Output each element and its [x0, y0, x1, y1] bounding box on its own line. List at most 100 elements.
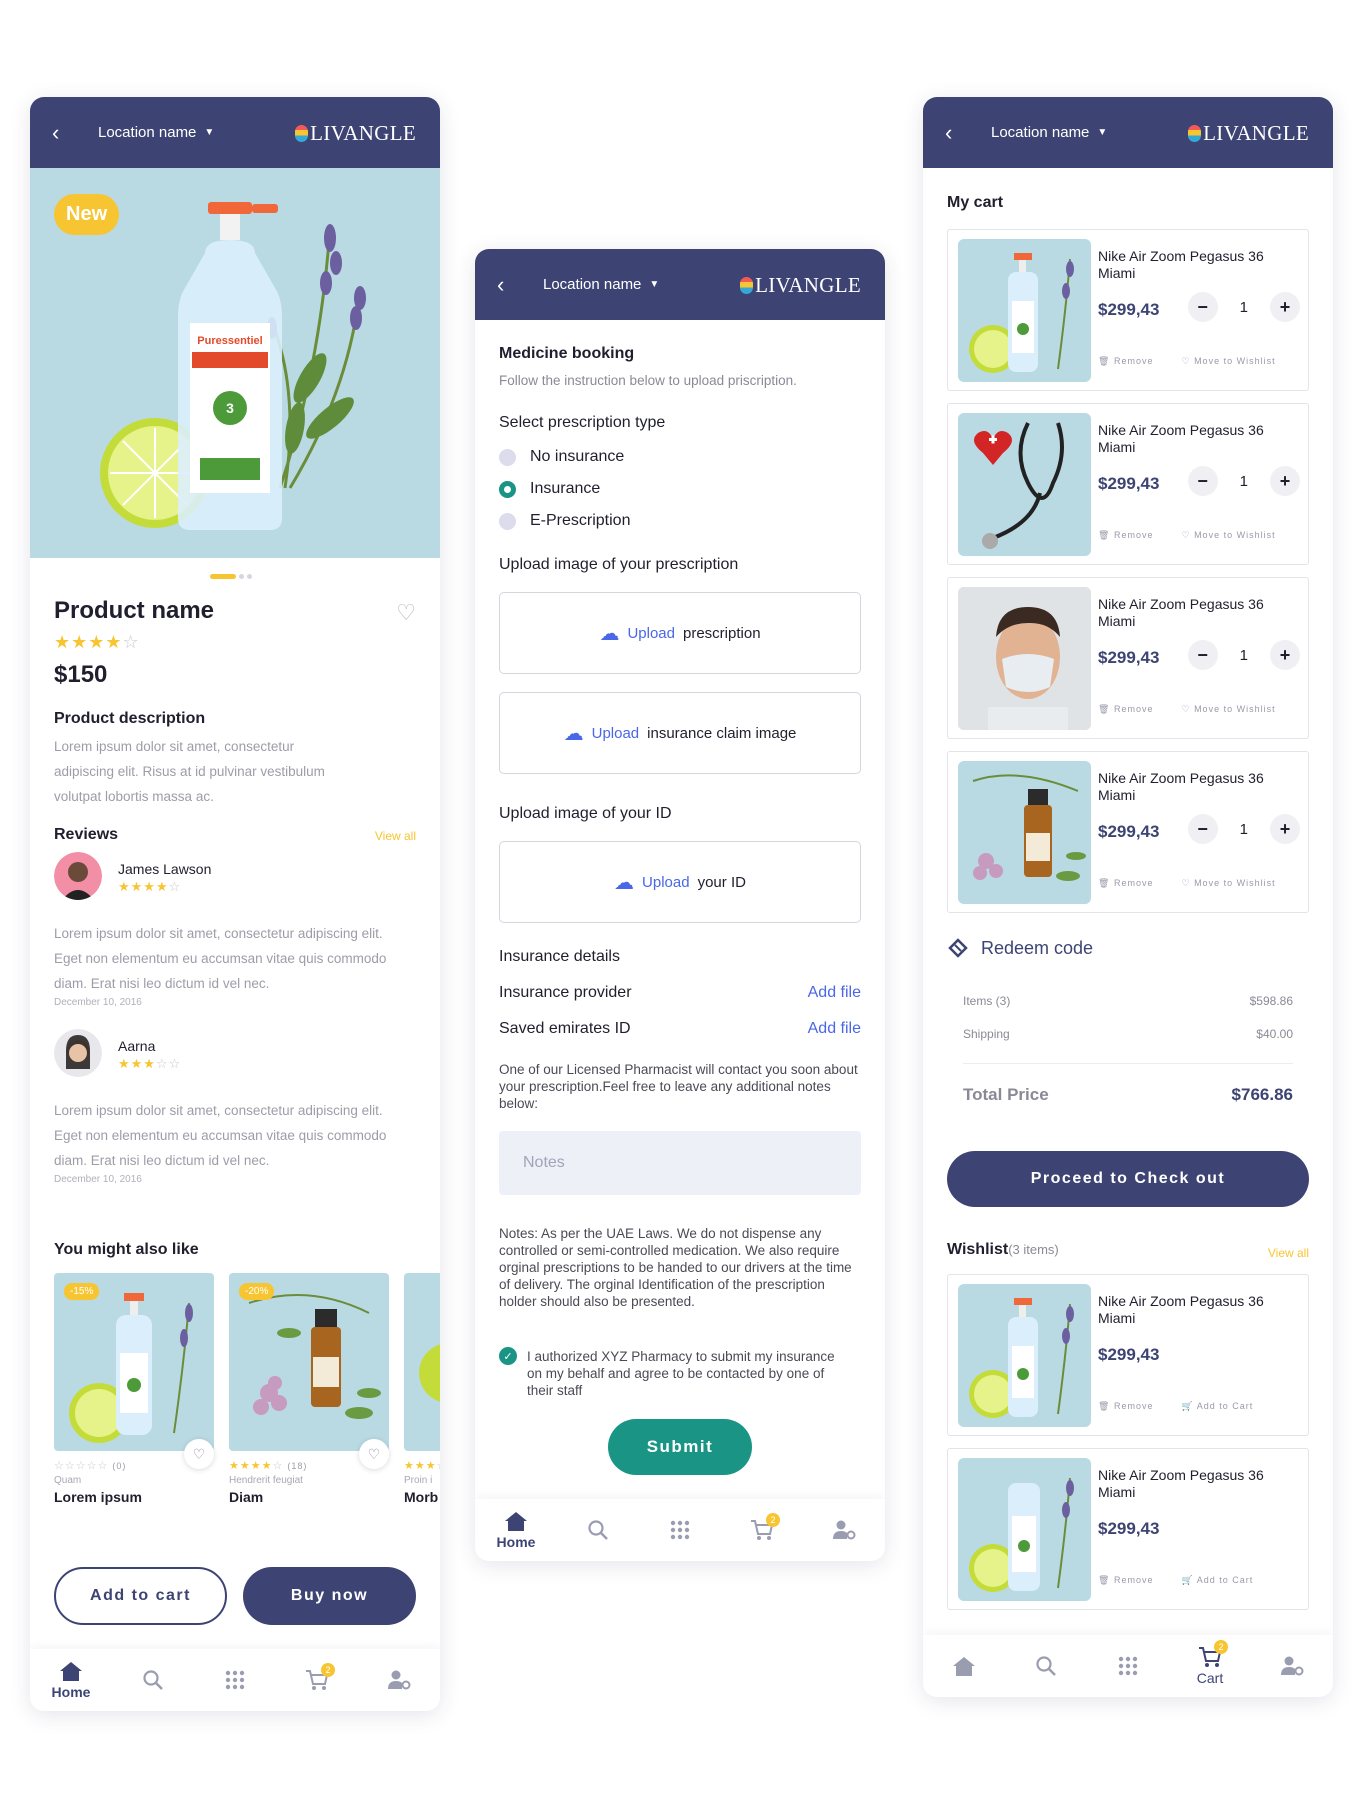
- nav-search[interactable]: [568, 1519, 628, 1541]
- nav-home[interactable]: Home: [41, 1660, 101, 1700]
- plus-button[interactable]: +: [1270, 640, 1300, 670]
- nav-search[interactable]: [1016, 1655, 1076, 1677]
- location-selector[interactable]: Location name ▼: [543, 276, 659, 293]
- redeem-code-link[interactable]: Redeem code: [947, 937, 1093, 959]
- move-wishlist-label: Move to Wishlist: [1194, 704, 1276, 714]
- nav-categories[interactable]: [650, 1520, 710, 1540]
- law-note: Notes: As per the UAE Laws. We do not di…: [499, 1226, 852, 1309]
- similar-product-card[interactable]: -20% ♡ ★★★★☆ (18) Hendrerit feugiat Diam: [229, 1273, 389, 1505]
- nav-cart[interactable]: 2 Cart: [1180, 1640, 1240, 1686]
- move-wishlist-action[interactable]: ♡ Move to Wishlist: [1181, 530, 1275, 541]
- user-settings-icon: [1281, 1656, 1304, 1676]
- similar-title-text: Morb: [404, 1489, 439, 1505]
- nav-cart[interactable]: 2: [732, 1513, 792, 1541]
- cart-item-price: $299,43: [1098, 474, 1160, 493]
- remove-action[interactable]: 🗑 Remove: [1098, 704, 1153, 715]
- similar-subtitle: Proin i: [404, 1475, 433, 1486]
- items-summary-row: Items (3) $598.86: [963, 994, 1293, 1008]
- cart-item-image: [958, 587, 1091, 730]
- location-selector[interactable]: Location name ▼: [98, 124, 214, 141]
- brand-logo: LIVANGLE: [1188, 121, 1309, 146]
- caret-down-icon: ▼: [649, 279, 660, 290]
- quantity-stepper: − 1 +: [1187, 814, 1300, 844]
- authorize-checkbox[interactable]: ✓: [499, 1347, 517, 1365]
- home-icon: [505, 1512, 527, 1531]
- submit-button[interactable]: Submit: [608, 1419, 752, 1475]
- remove-action[interactable]: 🗑 Remove: [1098, 878, 1153, 889]
- upload-label: insurance claim image: [647, 724, 797, 742]
- minus-button[interactable]: −: [1187, 292, 1218, 322]
- nav-account[interactable]: [1262, 1655, 1322, 1677]
- upload-claim-box[interactable]: ☁ Upload insurance claim image: [499, 692, 861, 774]
- add-to-cart-action[interactable]: 🛒 Add to Cart: [1181, 1575, 1253, 1586]
- remove-action[interactable]: 🗑 Remove: [1098, 1575, 1153, 1586]
- cart-item-actions: 🗑 Remove ♡ Move to Wishlist: [1098, 530, 1276, 541]
- checkout-button[interactable]: Proceed to Check out: [947, 1151, 1309, 1207]
- review-text: Lorem ipsum dolor sit amet, consectetur …: [54, 1103, 387, 1168]
- nav-home[interactable]: Home: [486, 1510, 546, 1550]
- remove-action[interactable]: 🗑 Remove: [1098, 1401, 1153, 1412]
- radio-no-insurance[interactable]: No insurance: [499, 448, 624, 466]
- heart-icon[interactable]: ♡: [359, 1439, 389, 1469]
- back-icon[interactable]: ‹: [497, 272, 519, 298]
- buy-now-button[interactable]: Buy now: [243, 1567, 416, 1625]
- move-wishlist-action[interactable]: ♡ Move to Wishlist: [1181, 356, 1275, 367]
- wishlist-heart-icon[interactable]: ♡: [396, 600, 416, 626]
- upload-id-box[interactable]: ☁ Upload your ID: [499, 841, 861, 923]
- similar-title-text: Diam: [229, 1489, 264, 1505]
- similar-title: You might also like: [54, 1241, 199, 1258]
- minus-button[interactable]: −: [1187, 640, 1218, 670]
- search-icon: [588, 1520, 608, 1540]
- wishlist-view-all[interactable]: View all: [1268, 1246, 1309, 1260]
- back-icon[interactable]: ‹: [945, 120, 967, 146]
- back-icon[interactable]: ‹: [52, 120, 74, 146]
- location-selector[interactable]: Location name ▼: [991, 124, 1107, 141]
- quantity-value: 1: [1239, 820, 1248, 838]
- minus-button[interactable]: −: [1187, 466, 1218, 496]
- nav-account[interactable]: [814, 1519, 874, 1541]
- move-wishlist-action[interactable]: ♡ Move to Wishlist: [1181, 878, 1275, 889]
- add-to-cart-button[interactable]: Add to cart: [54, 1567, 227, 1625]
- remove-action[interactable]: 🗑 Remove: [1098, 356, 1153, 367]
- heart-icon[interactable]: ♡: [184, 1439, 214, 1469]
- similar-product-card[interactable]: -15% ♡ ☆☆☆☆☆ (0) Quam Lorem ipsum: [54, 1273, 214, 1505]
- similar-product-image: [404, 1273, 440, 1451]
- cart-badge: 2: [766, 1513, 780, 1527]
- plus-button[interactable]: +: [1270, 466, 1300, 496]
- caret-down-icon: ▼: [204, 127, 215, 138]
- carousel-dots[interactable]: [210, 574, 252, 579]
- upload-label: prescription: [683, 624, 761, 642]
- total-label: Total Price: [963, 1085, 1049, 1104]
- radio-e-prescription[interactable]: E-Prescription: [499, 512, 630, 530]
- radio-insurance[interactable]: Insurance: [499, 480, 600, 498]
- id-add-file-link[interactable]: Add file: [808, 1020, 861, 1038]
- nav-cart[interactable]: 2: [287, 1663, 347, 1691]
- reviews-view-all[interactable]: View all: [375, 829, 416, 843]
- nav-categories[interactable]: [1098, 1656, 1158, 1676]
- nav-home[interactable]: [934, 1655, 994, 1677]
- home-icon: [60, 1662, 82, 1681]
- minus-button[interactable]: −: [1187, 814, 1218, 844]
- nav-search[interactable]: [123, 1669, 183, 1691]
- insurance-add-file-link[interactable]: Add file: [808, 984, 861, 1002]
- plus-button[interactable]: +: [1270, 814, 1300, 844]
- nav-categories[interactable]: [205, 1670, 265, 1690]
- product-price: $150: [54, 661, 108, 688]
- similar-product-card[interactable]: ★★★☆☆ Proin i Morb: [404, 1273, 440, 1505]
- cloud-upload-icon: ☁: [599, 622, 620, 645]
- top-bar: ‹ Location name ▼ LIVANGLE: [475, 249, 885, 320]
- notes-input[interactable]: [499, 1131, 861, 1195]
- remove-action[interactable]: 🗑 Remove: [1098, 530, 1153, 541]
- quantity-value: 1: [1239, 646, 1248, 664]
- heart-icon: ♡: [1181, 878, 1191, 888]
- plus-button[interactable]: +: [1270, 292, 1300, 322]
- move-wishlist-action[interactable]: ♡ Move to Wishlist: [1181, 704, 1275, 715]
- quantity-value: 1: [1239, 298, 1248, 316]
- add-to-cart-action[interactable]: 🛒 Add to Cart: [1181, 1401, 1253, 1412]
- wishlist-item-image: [958, 1458, 1091, 1601]
- remove-label: Remove: [1113, 530, 1154, 540]
- logo-mark-icon: [740, 277, 754, 294]
- nav-account[interactable]: [369, 1669, 429, 1691]
- wishlist-item-price: $299,43: [1098, 1345, 1160, 1364]
- upload-prescription-box[interactable]: ☁ Upload prescription: [499, 592, 861, 674]
